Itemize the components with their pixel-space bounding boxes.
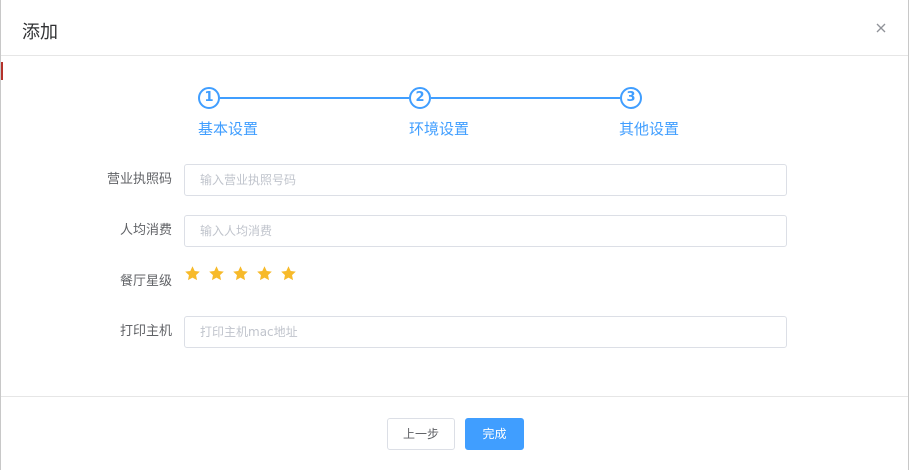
star-icon[interactable] <box>256 265 273 282</box>
star-icon[interactable] <box>280 265 297 282</box>
license-label: 营业执照码 <box>106 172 172 187</box>
star-icon[interactable] <box>208 265 225 282</box>
add-dialog: 添加 1 基本设置 2 环境设置 3 其他设置 营业执照码 人均消费 餐厅星级 … <box>0 0 909 470</box>
dialog-title: 添加 <box>22 22 58 43</box>
printer-mac-input[interactable] <box>184 316 787 348</box>
done-button[interactable]: 完成 <box>465 418 524 450</box>
close-icon[interactable] <box>872 19 890 37</box>
step-1-icon: 1 <box>198 87 220 109</box>
backdrop-edge <box>1 62 3 80</box>
step-connector-2 <box>431 97 620 99</box>
avg-cost-label: 人均消费 <box>119 223 172 238</box>
avg-cost-input[interactable] <box>184 215 787 247</box>
dialog-header: 添加 <box>1 0 908 56</box>
step-connector-1 <box>220 97 409 99</box>
step-3-icon: 3 <box>620 87 642 109</box>
star-icon[interactable] <box>184 265 201 282</box>
step-1-label: 基本设置 <box>198 120 259 138</box>
step-3-label: 其他设置 <box>619 120 680 138</box>
step-2-icon: 2 <box>409 87 431 109</box>
dialog-footer: 上一步 完成 <box>1 396 908 470</box>
steps-bar: 1 基本设置 2 环境设置 3 其他设置 <box>1 84 908 144</box>
step-2-label: 环境设置 <box>409 120 470 138</box>
rating-label: 餐厅星级 <box>119 274 172 289</box>
prev-step-button[interactable]: 上一步 <box>387 418 455 450</box>
printer-label: 打印主机 <box>119 324 172 339</box>
star-icon[interactable] <box>232 265 249 282</box>
license-input[interactable] <box>184 164 787 196</box>
